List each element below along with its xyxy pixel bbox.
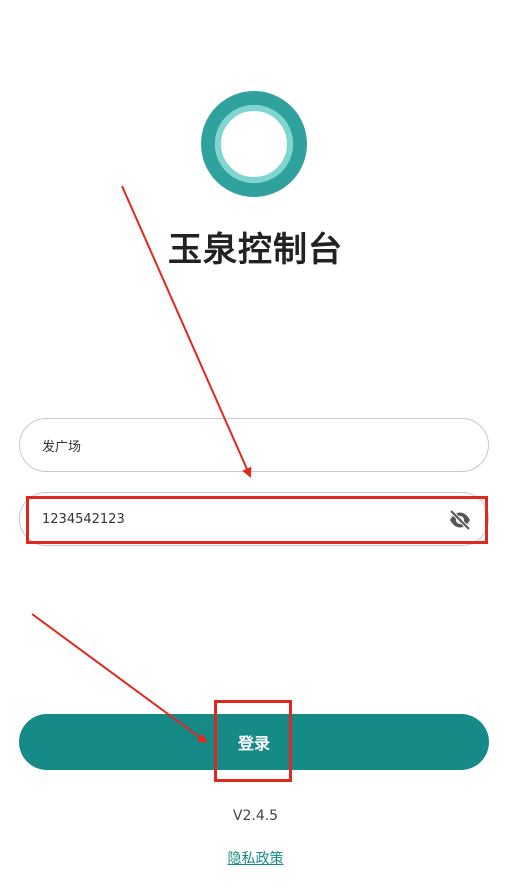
password-input[interactable]	[42, 493, 442, 545]
login-button[interactable]: 登录	[19, 714, 489, 770]
username-input[interactable]	[42, 419, 442, 471]
password-field[interactable]	[19, 492, 489, 546]
app-title: 玉泉控制台	[168, 230, 343, 270]
privacy-policy-link[interactable]: 隐私政策	[0, 848, 511, 868]
username-field[interactable]	[19, 418, 489, 472]
app-logo-icon	[200, 90, 308, 198]
version-label: V2.4.5	[232, 808, 279, 824]
eye-off-icon[interactable]	[448, 508, 472, 532]
